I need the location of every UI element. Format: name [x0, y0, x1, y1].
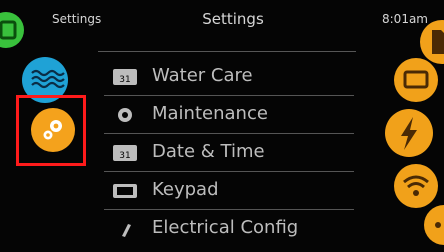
calendar-time-icon: 31: [113, 145, 137, 161]
menu-item-maintenance[interactable]: Maintenance: [104, 96, 364, 134]
header: Settings Settings 8:01am: [0, 0, 444, 44]
menu-divider: [104, 133, 354, 134]
header-left-label: Settings: [52, 12, 102, 26]
menu-item-label: Electrical Config: [152, 217, 299, 238]
menu-divider: [104, 95, 354, 96]
svg-text:31: 31: [119, 151, 130, 161]
home-button[interactable]: [0, 12, 24, 48]
menu-item-keypad[interactable]: Keypad: [104, 172, 364, 210]
header-divider: [98, 51, 356, 52]
wrench-gear-icon: [118, 108, 132, 122]
more-button[interactable]: [424, 205, 444, 245]
selected-item-highlight: [16, 95, 86, 166]
keypad-icon: [113, 184, 137, 198]
menu-item-water-care[interactable]: 31 Water Care: [104, 58, 364, 96]
page-title: Settings: [202, 10, 264, 28]
menu-item-label: Water Care: [152, 65, 253, 86]
svg-text:31: 31: [119, 75, 130, 85]
lightning-button[interactable]: [385, 109, 433, 157]
menu-item-electrical-config[interactable]: Electrical Config: [104, 210, 364, 248]
menu-item-label: Keypad: [152, 179, 219, 200]
lightning-icon: [401, 117, 417, 150]
screen-icon: [403, 70, 429, 89]
menu-divider: [104, 171, 354, 172]
menu-item-label: Date & Time: [152, 141, 265, 162]
home-icon: [0, 20, 17, 40]
pencil-icon: [122, 224, 131, 237]
spa-settings-screen: Settings Settings 8:01am 31 Water Care M…: [0, 0, 444, 252]
wifi-icon: [403, 175, 429, 196]
menu-item-date-time[interactable]: 31 Date & Time: [104, 134, 364, 172]
wifi-button[interactable]: [394, 164, 438, 208]
screen-button[interactable]: [394, 58, 438, 102]
menu-item-label: Maintenance: [152, 103, 268, 124]
calendar-31-icon: 31: [113, 69, 137, 85]
more-dots-icon: [435, 222, 441, 228]
menu-divider: [104, 209, 354, 210]
